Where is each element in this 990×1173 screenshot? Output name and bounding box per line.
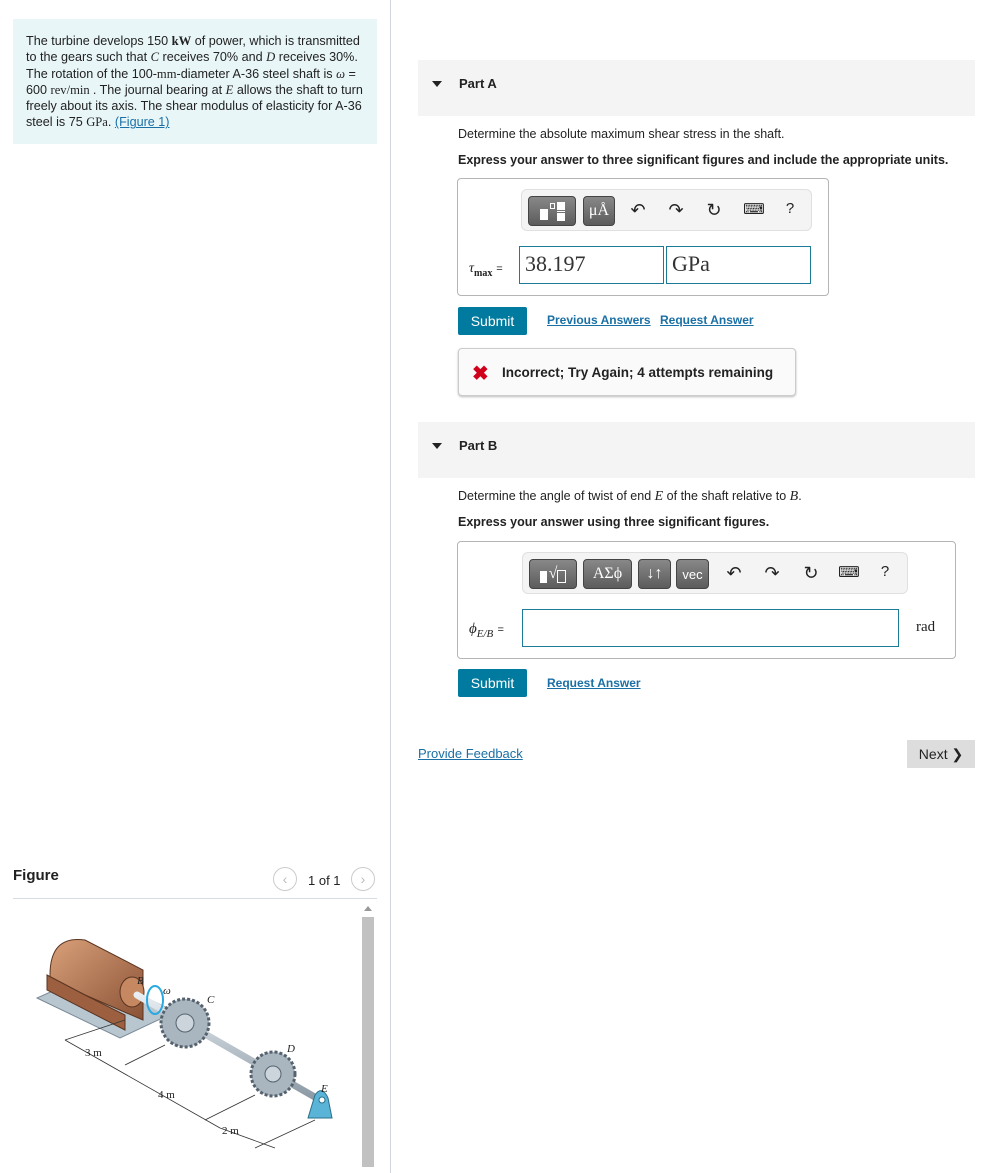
var-sub: max xyxy=(474,267,493,279)
text: -diameter A-36 steel shaft is xyxy=(176,66,337,81)
templates-button[interactable]: √ xyxy=(529,559,577,589)
provide-feedback-link[interactable]: Provide Feedback xyxy=(418,746,523,761)
unit-label: rad xyxy=(916,619,936,635)
part-a-header[interactable]: Part A xyxy=(418,60,975,116)
next-figure-button[interactable]: › xyxy=(351,867,375,891)
text: . xyxy=(798,489,802,503)
part-a-answer-box: μÅ ↶ ↷ ↻ ⌨ ? τmax = 38.197 GPa xyxy=(457,178,829,296)
label-c: C xyxy=(207,994,215,1006)
error-x-icon: ✖ xyxy=(472,363,489,385)
equals: = xyxy=(496,263,503,275)
math: C xyxy=(150,50,160,65)
part-b-submit-button[interactable]: Submit xyxy=(458,669,527,697)
request-answer-link[interactable]: Request Answer xyxy=(547,676,641,690)
part-b-instruction: Express your answer using three signific… xyxy=(458,515,770,529)
divider xyxy=(13,898,377,899)
figure-title: Figure xyxy=(13,867,59,884)
text: . xyxy=(107,115,115,130)
part-b-answer-box: √ ΑΣϕ ↓↑ vec ↶ ↷ ↻ ⌨ ? ϕE/B = rad xyxy=(457,541,956,659)
redo-icon[interactable]: ↷ xyxy=(665,200,687,221)
help-button[interactable]: ? xyxy=(874,563,896,580)
redo-icon[interactable]: ↷ xyxy=(761,563,783,584)
dim-4m: 4 m xyxy=(158,1089,175,1101)
feedback-text: Incorrect; Try Again; 4 attempts remaini… xyxy=(502,365,774,380)
part-a-instruction: Express your answer to three significant… xyxy=(458,153,949,167)
help-button[interactable]: ? xyxy=(779,200,801,217)
part-a-submit-button[interactable]: Submit xyxy=(458,307,527,335)
label-d: D xyxy=(286,1043,295,1055)
var-sub: E/B xyxy=(476,628,494,640)
label-e: E xyxy=(320,1083,328,1095)
math: ω xyxy=(336,66,346,81)
scroll-thumb[interactable] xyxy=(362,917,374,1167)
previous-answers-link[interactable]: Previous Answers xyxy=(547,313,651,327)
next-button[interactable]: Next ❯ xyxy=(907,740,975,768)
part-a-title: Part A xyxy=(459,76,497,91)
collapse-triangle-icon xyxy=(432,81,442,87)
text: of the shaft relative to xyxy=(663,489,790,503)
scrollbar[interactable] xyxy=(361,903,374,1173)
scroll-up-icon[interactable] xyxy=(364,906,372,911)
math: rev/min xyxy=(50,82,93,97)
units-button[interactable]: μÅ xyxy=(583,196,615,226)
keyboard-icon[interactable]: ⌨ xyxy=(838,563,860,581)
collapse-triangle-icon xyxy=(432,443,442,449)
var: ϕ xyxy=(469,621,477,637)
value-input[interactable] xyxy=(522,609,899,647)
reset-icon[interactable]: ↻ xyxy=(703,200,725,221)
math: E xyxy=(654,489,664,504)
request-answer-link[interactable]: Request Answer xyxy=(660,313,754,327)
vector-button[interactable]: vec xyxy=(676,559,709,589)
label-omega: ω xyxy=(163,985,171,997)
undo-icon[interactable]: ↶ xyxy=(723,563,745,584)
dim-2m: 2 m xyxy=(222,1125,239,1137)
math: GPa xyxy=(86,115,108,130)
keyboard-icon[interactable]: ⌨ xyxy=(743,200,765,218)
part-b-question: Determine the angle of twist of end E of… xyxy=(458,489,802,505)
equals: = xyxy=(497,624,504,636)
prev-figure-button[interactable]: ‹ xyxy=(273,867,297,891)
part-b-header[interactable]: Part B xyxy=(418,422,975,478)
figure-pager: 1 of 1 xyxy=(308,873,341,888)
text: receives 70% and xyxy=(159,50,267,65)
label-b: B xyxy=(137,975,144,987)
math: mm xyxy=(156,66,177,81)
feedback-message: ✖ Incorrect; Try Again; 4 attempts remain… xyxy=(458,348,796,396)
part-b-title: Part B xyxy=(459,438,498,453)
templates-button[interactable] xyxy=(528,196,576,226)
math-toolbar: √ ΑΣϕ ↓↑ vec ↶ ↷ ↻ ⌨ ? xyxy=(522,552,908,594)
dim-3m: 3 m xyxy=(85,1047,102,1059)
math: D xyxy=(266,50,276,65)
figure-link[interactable]: (Figure 1) xyxy=(115,115,170,129)
units-input[interactable]: GPa xyxy=(666,246,811,284)
sort-button[interactable]: ↓↑ xyxy=(638,559,671,589)
math: B xyxy=(789,489,799,504)
math: kW xyxy=(171,34,192,48)
reset-icon[interactable]: ↻ xyxy=(800,563,822,584)
divider xyxy=(390,0,391,1173)
problem-statement: The turbine develops 150 kW of power, wh… xyxy=(13,19,377,144)
greek-button[interactable]: ΑΣϕ xyxy=(583,559,632,589)
value-input[interactable]: 38.197 xyxy=(519,246,664,284)
part-a-question: Determine the absolute maximum shear str… xyxy=(458,127,785,141)
phi-label: ϕE/B = xyxy=(469,620,504,640)
text: . The journal bearing at xyxy=(92,82,226,97)
tau-max-label: τmax = xyxy=(469,259,503,279)
math-toolbar: μÅ ↶ ↷ ↻ ⌨ ? xyxy=(521,189,812,231)
undo-icon[interactable]: ↶ xyxy=(627,200,649,221)
text: The turbine develops 150 xyxy=(26,34,172,48)
text: Determine the angle of twist of end xyxy=(458,489,655,503)
figure-image: B ω C D E 3 m 4 m 2 m xyxy=(35,938,333,1149)
